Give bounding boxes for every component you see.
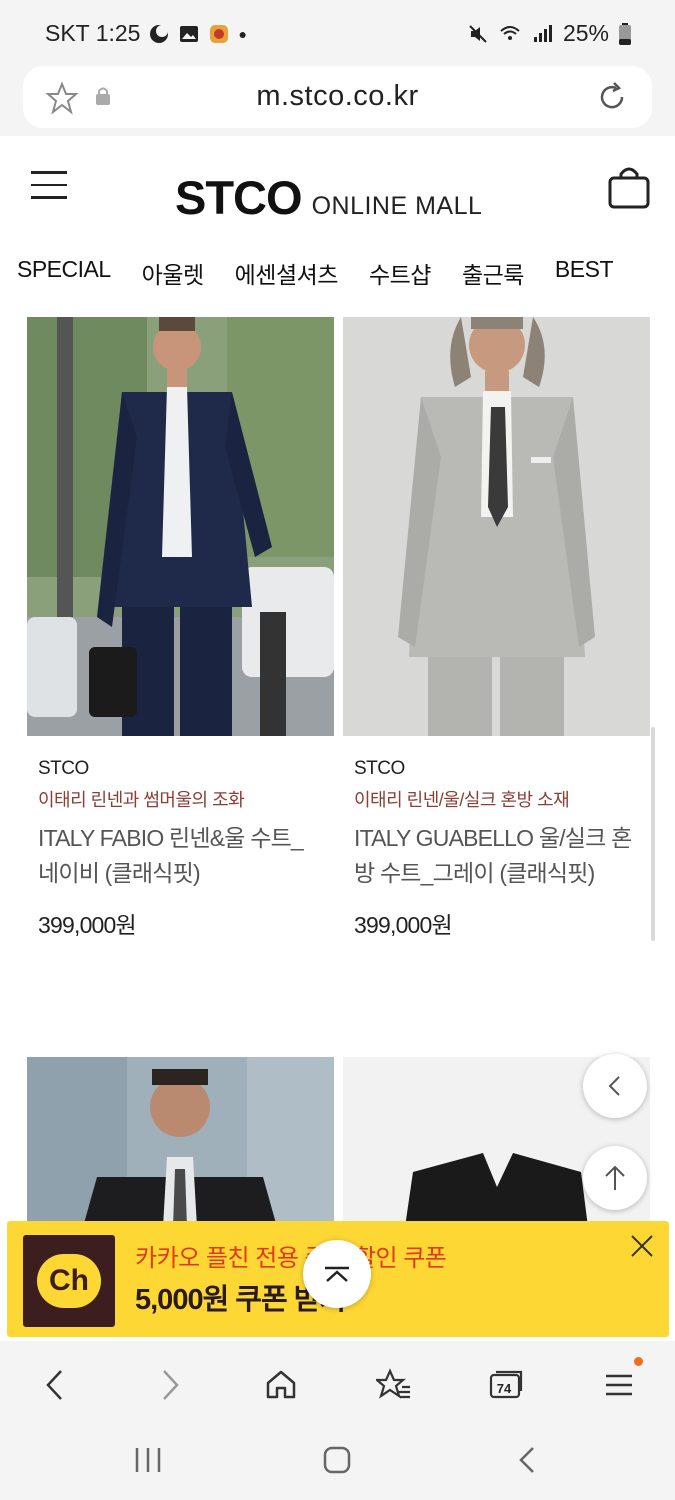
scroll-indicator[interactable] [651,727,655,941]
logo-text: Ch [37,1254,101,1308]
tabs-button[interactable]: 74 [484,1363,528,1407]
product-image[interactable] [27,1057,334,1227]
navy-suit-photo [27,317,334,736]
back-nav-icon[interactable] [517,1445,537,1475]
tab-count: 74 [496,1380,512,1396]
close-icon[interactable] [629,1233,655,1259]
kakao-channel-logo: Ch [23,1235,115,1327]
nav-item-work-look[interactable]: 출근룩 [462,256,524,290]
nav-item-essential-shirts[interactable]: 에센셜셔츠 [235,256,339,290]
product-image[interactable] [343,317,650,736]
logo-main: STCO [175,171,303,224]
menu-icon [606,1374,632,1396]
home-icon [266,1370,296,1399]
system-nav [0,1427,675,1500]
carrier-time: SKT 1:25 [45,20,141,46]
bookmarks-button[interactable] [372,1363,416,1407]
arrow-up-icon [605,1165,625,1190]
dot-icon: ● [238,25,247,42]
back-button[interactable] [33,1363,77,1407]
product-name[interactable]: ITALY FABIO 린넨&울 수트_네이비 (클래식핏) [38,821,323,891]
product-brand: STCO [354,758,405,779]
moon-icon [150,24,169,43]
site-logo[interactable]: STCO ONLINE MALL [175,170,482,225]
scroll-top-fab-button[interactable] [583,1146,647,1210]
status-left: SKT 1:25 ● [45,20,247,47]
bookmark-list-icon [376,1368,410,1399]
nav-item-best[interactable]: BEST [555,256,614,290]
banner-title: 카카오 플친 전용 즉시 할인 쿠폰 [135,1245,447,1272]
battery-icon [619,22,631,45]
chevron-left-icon [608,1076,620,1096]
recents-icon[interactable] [133,1446,163,1474]
site-header: STCO ONLINE MALL [0,136,675,240]
forward-button[interactable] [148,1363,192,1407]
dark-suit-photo [27,1057,334,1227]
status-bar: SKT 1:25 ● 25% [0,0,675,66]
app-icon [210,24,229,43]
chevron-left-icon [46,1370,62,1400]
browser-toolbar: 74 [0,1341,675,1427]
url-bar[interactable]: m.stco.co.kr [23,66,652,128]
signal-icon [533,24,552,42]
battery-percent: 25% [562,20,609,46]
nav-item-outlet[interactable]: 아울렛 [142,256,204,290]
collapse-banner-button[interactable] [303,1240,371,1308]
status-right: 25% [467,20,631,47]
product-brand: STCO [38,758,89,779]
home-button[interactable] [259,1363,303,1407]
mute-icon [469,24,487,43]
notification-dot [634,1357,643,1366]
logo-sub: ONLINE MALL [311,192,483,220]
home-nav-icon[interactable] [323,1446,351,1474]
product-price: 399,000원 [354,912,453,938]
shopping-bag-icon[interactable] [607,164,651,210]
menu-button[interactable] [597,1357,643,1407]
chevron-up-icon [325,1266,349,1282]
menu-icon[interactable] [31,171,67,201]
url-area: m.stco.co.kr [0,66,675,136]
reload-icon[interactable] [596,81,628,113]
product-image[interactable] [27,317,334,736]
url-text[interactable]: m.stco.co.kr [23,80,652,113]
nav-item-suit-shop[interactable]: 수트샵 [369,256,431,290]
product-name[interactable]: ITALY GUABELLO 울/실크 혼방 수트_그레이 (클래식핏) [354,821,639,891]
category-nav: SPECIAL 아울렛 에센셜셔츠 수트샵 출근룩 BEST [17,256,644,290]
product-desc: 이태리 린넨/울/실크 혼방 소재 [354,790,570,810]
image-icon [180,25,199,42]
chevron-right-icon [163,1370,179,1400]
product-desc: 이태리 린넨과 썸머울의 조화 [38,790,245,810]
back-fab-button[interactable] [583,1054,647,1118]
product-price: 399,000원 [38,912,137,938]
wifi-icon [500,25,520,40]
grey-suit-photo [343,317,650,736]
nav-item-special[interactable]: SPECIAL [17,256,111,290]
